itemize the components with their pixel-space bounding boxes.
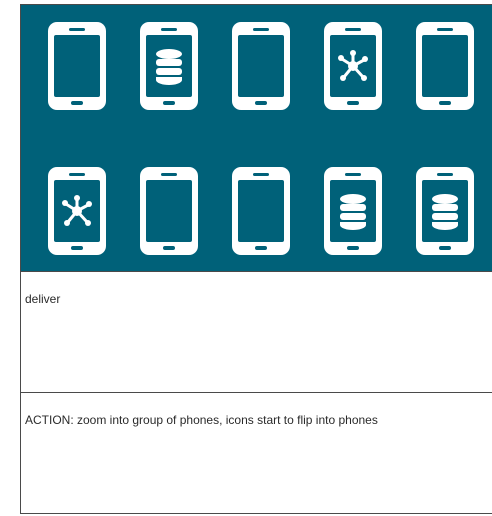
- phone-screen-blank: [238, 180, 284, 242]
- database-icon: [340, 194, 366, 230]
- storyboard-image-panel: [21, 5, 492, 272]
- storyboard-frame: deliver ACTION: zoom into group of phone…: [20, 4, 492, 514]
- database-icon: [156, 49, 182, 85]
- scene-label: deliver: [25, 292, 61, 306]
- phone-icon: [48, 22, 106, 110]
- phone-screen-blank: [422, 35, 468, 97]
- scene-label-box: deliver: [21, 272, 492, 393]
- phone-screen-blank: [238, 35, 284, 97]
- phone-icon: [324, 167, 382, 255]
- action-note-box: ACTION: zoom into group of phones, icons…: [21, 393, 492, 515]
- phone-icon: [140, 22, 198, 110]
- phone-screen-blank: [146, 180, 192, 242]
- phone-icon: [48, 167, 106, 255]
- phone-icon: [140, 167, 198, 255]
- phone-icon: [416, 22, 474, 110]
- phone-icon: [232, 22, 290, 110]
- phone-icon: [324, 22, 382, 110]
- database-icon: [432, 194, 458, 230]
- network-hub-icon: [338, 50, 368, 81]
- phone-screen-blank: [54, 35, 100, 97]
- phone-icon: [232, 167, 290, 255]
- phone-icon: [416, 167, 474, 255]
- action-note: ACTION: zoom into group of phones, icons…: [25, 413, 378, 427]
- network-hub-icon: [62, 195, 92, 226]
